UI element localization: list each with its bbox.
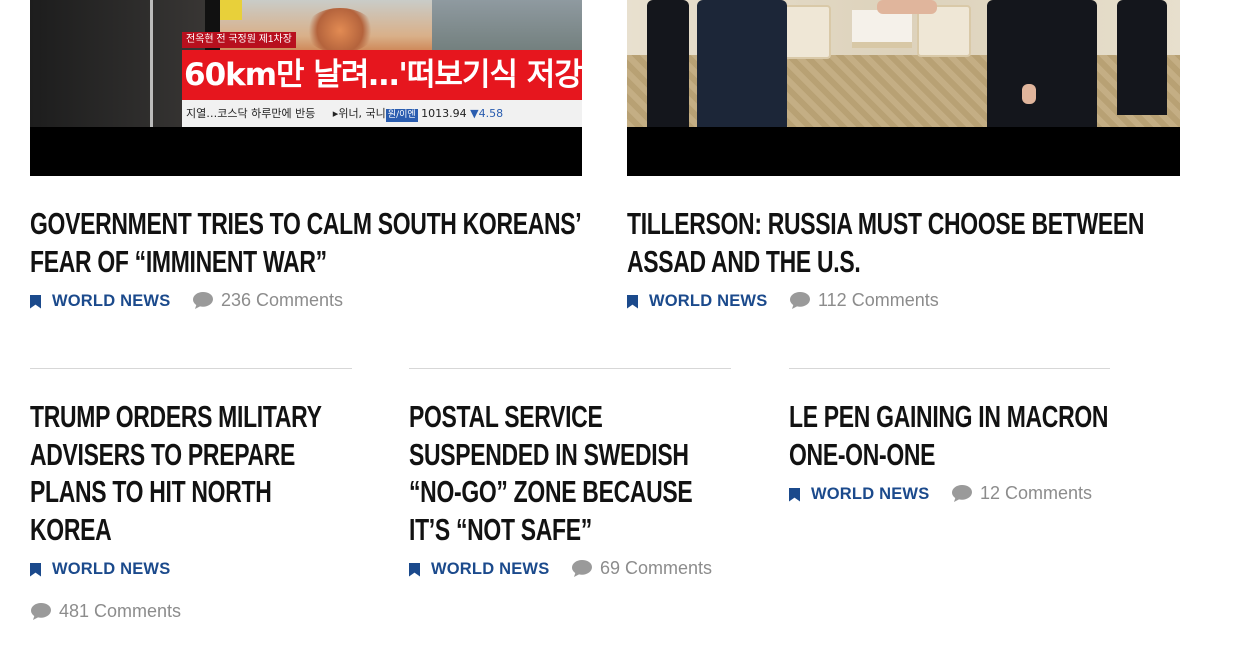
bookmark-icon xyxy=(627,294,638,309)
comments-link[interactable]: 236 Comments xyxy=(192,290,343,311)
category-link[interactable]: World News xyxy=(409,560,549,579)
broadcast-banner: 60km만 날려…'떠보기식 저강도 도발' xyxy=(182,50,582,100)
comment-icon xyxy=(572,560,592,577)
news-broadcast-image: 전옥현 전 국정원 제1차장 60km만 날려…'떠보기식 저강도 도발' 지열… xyxy=(30,0,582,127)
article-2-thumbnail[interactable] xyxy=(627,0,1180,176)
article-headline[interactable]: Postal service suspended in Swedish “no-… xyxy=(409,398,693,548)
bookmark-icon xyxy=(789,487,800,502)
divider xyxy=(789,368,1110,369)
article-1-thumbnail[interactable]: 전옥현 전 국정원 제1차장 60km만 날려…'떠보기식 저강도 도발' 지열… xyxy=(30,0,582,176)
divider xyxy=(409,368,731,369)
comments-link[interactable]: 481 Comments xyxy=(30,601,181,622)
comment-icon xyxy=(790,292,810,309)
comment-icon xyxy=(31,603,51,620)
diplomats-meeting-image xyxy=(627,0,1180,127)
bookmark-icon xyxy=(409,562,420,577)
category-link[interactable]: World News xyxy=(627,292,767,311)
category-link[interactable]: World News xyxy=(30,560,170,579)
bookmark-icon xyxy=(30,294,41,309)
bookmark-icon xyxy=(30,562,41,577)
comment-icon xyxy=(952,485,972,502)
comments-link[interactable]: 12 Comments xyxy=(951,483,1092,504)
category-link[interactable]: World News xyxy=(30,292,170,311)
comments-link[interactable]: 69 Comments xyxy=(571,558,712,579)
broadcast-ticker: 지열…코스닥 하루만에 반등 ▸위너, 국니 원/이엔 1013.94 ▼4.58 xyxy=(182,100,582,127)
article-headline[interactable]: Tillerson: Russia must choose between As… xyxy=(627,205,1144,280)
broadcast-caption: 전옥현 전 국정원 제1차장 xyxy=(182,32,296,48)
comments-link[interactable]: 112 Comments xyxy=(789,290,939,311)
article-headline[interactable]: Le Pen gaining in Macron one-on-one xyxy=(789,398,1108,473)
article-headline[interactable]: Government tries to calm South Koreans’ … xyxy=(30,205,582,280)
article-headline[interactable]: Trump orders military advisers to prepar… xyxy=(30,398,322,548)
comment-icon xyxy=(193,292,213,309)
category-link[interactable]: World News xyxy=(789,485,929,504)
divider xyxy=(30,368,352,369)
